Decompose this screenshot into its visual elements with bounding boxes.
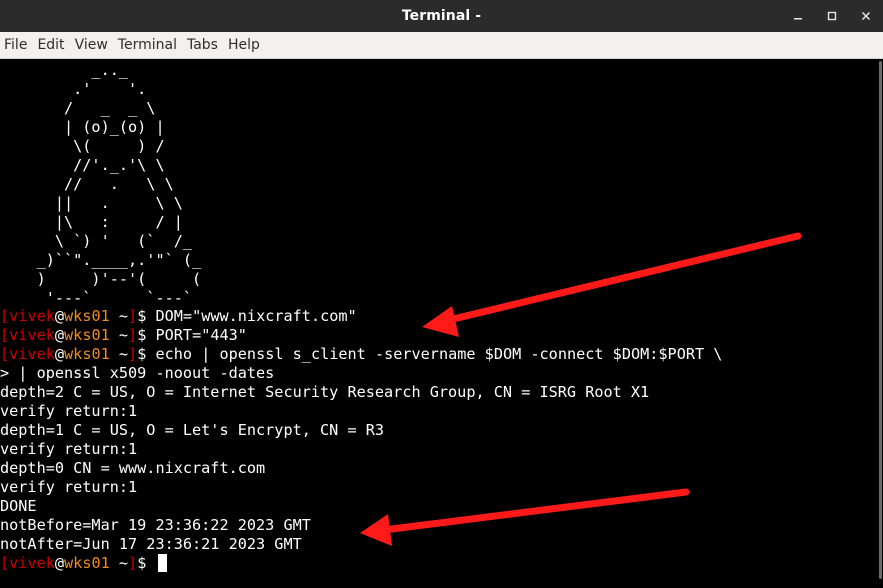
ascii-art-line: \( ) /	[0, 137, 165, 155]
prompt-path: ~	[109, 326, 129, 344]
prompt-host: wks01	[64, 554, 110, 572]
prompt-user: vivek	[9, 554, 55, 572]
maximize-button[interactable]	[815, 0, 849, 32]
command-text: echo | openssl s_client -servername $DOM…	[155, 345, 723, 363]
terminal-scrollbar[interactable]	[877, 59, 883, 588]
output-line: verify return:1	[0, 402, 138, 420]
prompt-at: @	[54, 307, 65, 325]
prompt-host: wks01	[64, 307, 110, 325]
title-bar: Terminal -	[0, 0, 883, 32]
text-cursor	[157, 554, 167, 572]
window-title: Terminal -	[401, 8, 482, 24]
scrollbar-thumb[interactable]	[879, 61, 882, 579]
close-icon	[861, 11, 871, 21]
close-button[interactable]	[849, 0, 883, 32]
prompt-line: [vivek@wks01 ~]$ echo | openssl s_client…	[0, 345, 722, 364]
ascii-art-line: //'._.'\ \	[0, 156, 165, 174]
ascii-art-line: |\ : / |	[0, 213, 183, 231]
menu-file[interactable]: File	[0, 32, 32, 59]
output-line: depth=1 C = US, O = Let's Encrypt, CN = …	[0, 421, 385, 439]
ascii-art-line: _.._	[0, 61, 129, 79]
ascii-art-line: / _ _ \	[0, 99, 156, 117]
window-controls	[781, 0, 883, 32]
output-line: verify return:1	[0, 440, 138, 458]
ascii-art-line: | (o)_(o) |	[0, 118, 165, 136]
ascii-art-line: \ `) ' (` /_	[0, 232, 193, 250]
terminal-output[interactable]: _.._ .' '. / _ _ \ | (o)_(o) | \( ) / //…	[0, 59, 877, 588]
output-line: notBefore=Mar 19 23:36:22 2023 GMT	[0, 516, 311, 534]
menu-tabs[interactable]: Tabs	[182, 32, 223, 59]
ascii-art-line: .' '.	[0, 80, 147, 98]
prompt-bracket: ]	[128, 326, 138, 344]
prompt-symbol: $	[137, 345, 156, 363]
ascii-art-line: '---` `---`	[0, 289, 193, 307]
maximize-icon	[827, 11, 837, 21]
prompt-at: @	[54, 326, 65, 344]
menu-bar: File Edit View Terminal Tabs Help	[0, 32, 883, 59]
minimize-icon	[794, 18, 802, 20]
menu-terminal[interactable]: Terminal	[113, 32, 182, 59]
command-text: DOM="www.nixcraft.com"	[155, 307, 357, 325]
prompt-user: vivek	[9, 326, 55, 344]
prompt-symbol: $	[137, 326, 156, 344]
menu-help[interactable]: Help	[223, 32, 265, 59]
prompt-bracket: [	[0, 554, 10, 572]
ascii-art-line: // . \ \	[0, 175, 174, 193]
command-text: PORT="443"	[155, 326, 247, 344]
prompt-user: vivek	[9, 345, 55, 363]
prompt-bracket: [	[0, 326, 10, 344]
prompt-bracket: ]	[128, 345, 138, 363]
prompt-bracket: [	[0, 345, 10, 363]
prompt-path: ~	[109, 307, 129, 325]
prompt-at: @	[54, 345, 65, 363]
prompt-bracket: [	[0, 307, 10, 325]
prompt-line: [vivek@wks01 ~]$ DOM="www.nixcraft.com"	[0, 307, 357, 326]
output-line: depth=0 CN = www.nixcraft.com	[0, 459, 266, 477]
ascii-art-line: _)``".____,.'"` (_	[0, 251, 202, 269]
output-line: notAfter=Jun 17 23:36:21 2023 GMT	[0, 535, 302, 553]
ascii-art-line: || . \ \	[0, 194, 183, 212]
prompt-host: wks01	[64, 326, 110, 344]
menu-edit[interactable]: Edit	[32, 32, 69, 59]
prompt-bracket: ]	[128, 307, 138, 325]
prompt-path: ~	[109, 554, 129, 572]
prompt-line: [vivek@wks01 ~]$ PORT="443"	[0, 326, 247, 345]
prompt-symbol: $	[137, 554, 156, 572]
prompt-bracket: ]	[128, 554, 138, 572]
minimize-button[interactable]	[781, 0, 815, 32]
prompt-line: [vivek@wks01 ~]$	[0, 554, 167, 573]
prompt-host: wks01	[64, 345, 110, 363]
output-line: DONE	[0, 497, 37, 515]
continuation-line: > | openssl x509 -noout -dates	[0, 364, 275, 382]
prompt-at: @	[54, 554, 65, 572]
ascii-art-line: ) )'--'( (	[0, 270, 202, 288]
prompt-symbol: $	[137, 307, 156, 325]
output-line: verify return:1	[0, 478, 138, 496]
menu-view[interactable]: View	[70, 32, 113, 59]
prompt-path: ~	[109, 345, 129, 363]
prompt-user: vivek	[9, 307, 55, 325]
output-line: depth=2 C = US, O = Internet Security Re…	[0, 383, 650, 401]
